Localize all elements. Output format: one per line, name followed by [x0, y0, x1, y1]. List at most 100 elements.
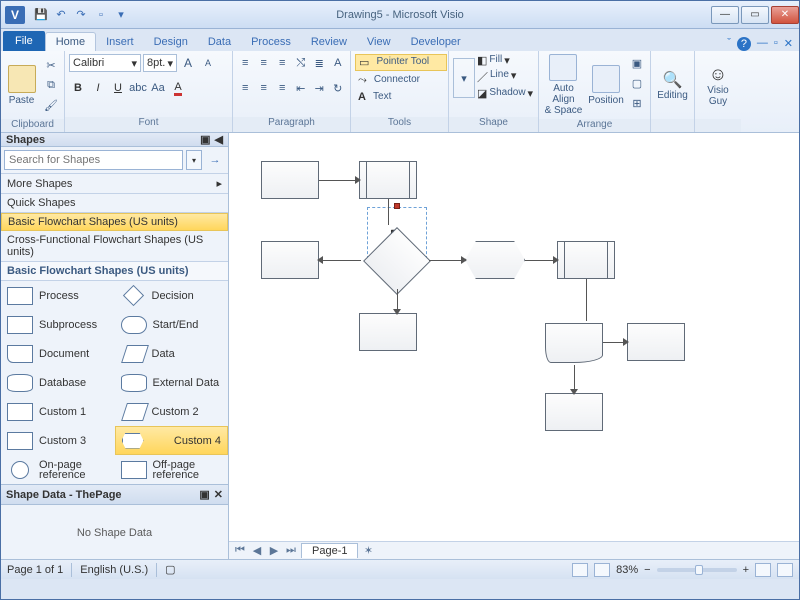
align-left-icon[interactable]: ≡: [237, 79, 254, 97]
tab-data[interactable]: Data: [198, 33, 241, 51]
connector[interactable]: [603, 342, 625, 343]
next-page-icon[interactable]: ▶: [267, 544, 281, 557]
section-basic-flowchart[interactable]: Basic Flowchart Shapes (US units): [1, 213, 228, 231]
copy-icon[interactable]: ⧉: [42, 76, 60, 94]
search-go-icon[interactable]: →: [205, 150, 225, 170]
drawing-canvas[interactable]: ↖: [229, 133, 799, 541]
zoom-out-icon[interactable]: −: [644, 564, 650, 576]
minimize-ribbon-icon[interactable]: ˇ: [727, 37, 731, 51]
tab-design[interactable]: Design: [144, 33, 198, 51]
tab-developer[interactable]: Developer: [401, 33, 471, 51]
line-button[interactable]: ／Line▾: [477, 69, 533, 85]
collapse-icon[interactable]: ◀: [215, 133, 223, 146]
shape-process[interactable]: Process: [1, 281, 115, 310]
pin-icon[interactable]: ▣: [199, 488, 209, 501]
canvas-shape[interactable]: [545, 323, 603, 363]
format-painter-icon[interactable]: 🖌: [42, 96, 60, 114]
canvas-shape[interactable]: [545, 393, 603, 431]
align-bottom-icon[interactable]: ≡: [274, 54, 291, 72]
connector[interactable]: [319, 180, 357, 181]
new-icon[interactable]: ▫: [93, 7, 109, 23]
mdi-close-icon[interactable]: ✕: [784, 37, 793, 51]
bullets-icon[interactable]: ≣: [311, 54, 328, 72]
cut-icon[interactable]: ✂: [42, 56, 60, 74]
page-tab[interactable]: Page-1: [301, 543, 358, 558]
new-page-icon[interactable]: ✶: [361, 544, 375, 557]
search-input[interactable]: [4, 150, 183, 170]
shape-document[interactable]: Document: [1, 339, 115, 368]
case-icon[interactable]: Aa: [149, 79, 167, 97]
text-tool-button[interactable]: A Text: [355, 90, 444, 104]
editing-button[interactable]: 🔍Editing: [655, 54, 690, 116]
shape-custom4[interactable]: Custom 4: [115, 426, 229, 455]
prev-page-icon[interactable]: ◀: [250, 544, 264, 557]
shape-offpage-ref[interactable]: Off-page reference: [115, 455, 229, 484]
fill-button[interactable]: ◧Fill▾: [477, 54, 533, 67]
rotate-text-icon[interactable]: ↻: [330, 79, 347, 97]
zoom-level[interactable]: 83%: [616, 564, 638, 576]
connector[interactable]: [319, 260, 361, 261]
close-icon[interactable]: ✕: [214, 488, 223, 501]
font-size-select[interactable]: 8pt.▾: [143, 54, 177, 72]
search-scope-dropdown[interactable]: ▾: [186, 150, 202, 170]
undo-icon[interactable]: ↶: [53, 7, 69, 23]
tab-process[interactable]: Process: [241, 33, 301, 51]
font-name-select[interactable]: Calibri▾: [69, 54, 141, 72]
section-more-shapes[interactable]: More Shapes▸: [1, 174, 228, 194]
connector[interactable]: [574, 365, 575, 391]
align-center-icon[interactable]: ≡: [256, 79, 273, 97]
connector[interactable]: [525, 260, 555, 261]
macro-record-icon[interactable]: ▢: [165, 563, 175, 576]
help-icon[interactable]: ?: [737, 37, 751, 51]
indent-inc-icon[interactable]: ⇥: [311, 79, 328, 97]
save-icon[interactable]: 💾: [33, 7, 49, 23]
align-right-icon[interactable]: ≡: [274, 79, 291, 97]
align-middle-icon[interactable]: ≡: [256, 54, 273, 72]
redo-icon[interactable]: ↷: [73, 7, 89, 23]
orientation-icon[interactable]: ⤭: [293, 54, 310, 72]
mdi-min-icon[interactable]: —: [757, 37, 768, 51]
connector[interactable]: [388, 199, 389, 225]
mdi-restore-icon[interactable]: ▫: [774, 37, 778, 51]
tab-view[interactable]: View: [357, 33, 401, 51]
underline-icon[interactable]: U: [109, 79, 127, 97]
shape-external-data[interactable]: External Data: [115, 368, 229, 397]
indent-dec-icon[interactable]: ⇤: [293, 79, 310, 97]
shape-subprocess[interactable]: Subprocess: [1, 310, 115, 339]
close-button[interactable]: ✕: [771, 6, 799, 24]
shape-custom1[interactable]: Custom 1: [1, 397, 115, 426]
strike-icon[interactable]: abc: [129, 79, 147, 97]
bold-icon[interactable]: B: [69, 79, 87, 97]
font-color-icon[interactable]: A: [169, 79, 187, 97]
view-fullscreen-icon[interactable]: [594, 563, 610, 577]
shape-decision[interactable]: Decision: [115, 281, 229, 310]
pin-icon[interactable]: ▣: [200, 133, 210, 146]
paste-button[interactable]: Paste: [5, 54, 38, 116]
connector[interactable]: [397, 289, 398, 311]
shape-custom3[interactable]: Custom 3: [1, 426, 115, 455]
shrink-font-icon[interactable]: A: [199, 54, 217, 72]
pan-zoom-icon[interactable]: [777, 563, 793, 577]
connector[interactable]: [586, 279, 587, 321]
shape-custom2[interactable]: Custom 2: [115, 397, 229, 426]
canvas-shape[interactable]: [465, 241, 525, 279]
tab-file[interactable]: File: [3, 31, 45, 51]
align-top-icon[interactable]: ≡: [237, 54, 254, 72]
shape-onpage-ref[interactable]: On-page reference: [1, 455, 115, 484]
canvas-shape[interactable]: [359, 161, 417, 199]
canvas-shape[interactable]: [261, 161, 319, 199]
connector[interactable]: [429, 260, 463, 261]
bring-front-icon[interactable]: ▣: [628, 54, 646, 72]
qat-more-icon[interactable]: ▾: [113, 7, 129, 23]
canvas-shape[interactable]: [557, 241, 615, 279]
connector-tool-button[interactable]: ⤳ Connector: [355, 73, 444, 88]
shadow-button[interactable]: ◪Shadow▾: [477, 87, 533, 100]
view-normal-icon[interactable]: [572, 563, 588, 577]
section-quick-shapes[interactable]: Quick Shapes: [1, 194, 228, 213]
quick-styles-icon[interactable]: ▾: [453, 58, 475, 98]
pointer-tool-button[interactable]: ▭ Pointer Tool: [355, 54, 447, 71]
shape-startend[interactable]: Start/End: [115, 310, 229, 339]
position-button[interactable]: Position: [588, 54, 624, 116]
zoom-slider[interactable]: [657, 568, 737, 572]
italic-icon[interactable]: I: [89, 79, 107, 97]
